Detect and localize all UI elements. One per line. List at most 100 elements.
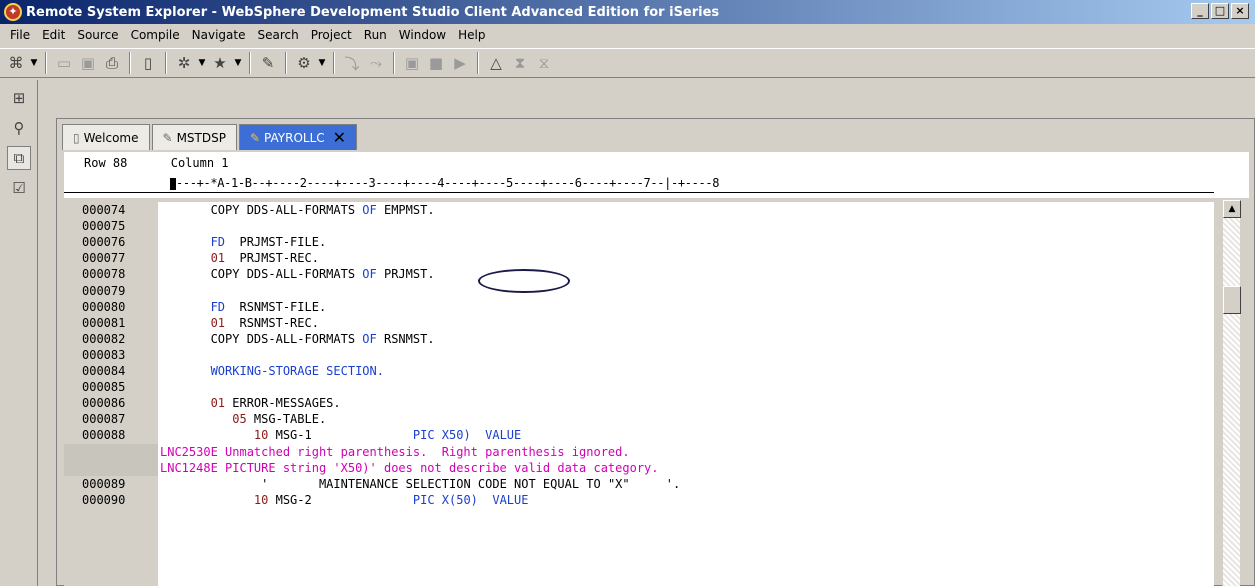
tab-label: MSTDSP: [176, 130, 226, 145]
filter-icon[interactable]: ⧖: [533, 52, 555, 74]
close-tab-icon[interactable]: ✕: [333, 128, 346, 147]
level-number-token: 10: [253, 428, 269, 443]
menu-source[interactable]: Source: [71, 28, 124, 42]
sequence-number: 000078: [82, 267, 126, 282]
source-text: 01 RSNMST-REC.: [160, 315, 319, 331]
sequence-number: 000079: [82, 283, 126, 298]
edit-pencil-icon[interactable]: ✎: [257, 52, 279, 74]
menu-bar: File Edit Source Compile Navigate Search…: [0, 24, 1255, 46]
open-file-icon[interactable]: ▯: [137, 52, 159, 74]
run-dropdown-icon[interactable]: ▼: [232, 58, 244, 68]
source-text: COPY DDS-ALL-FORMATS OF RSNMST.: [160, 331, 435, 347]
sequence-number: 000084: [82, 364, 126, 378]
text-token: PRJMST.: [376, 267, 435, 282]
toolbar-separator: [477, 52, 479, 74]
text-token: MSG-2: [268, 492, 413, 507]
code-line[interactable]: 000089 ' MAINTENANCE SELECTION CODE NOT …: [64, 476, 1214, 492]
hourglass-icon[interactable]: ⧗: [509, 52, 531, 74]
code-line[interactable]: 000080 FD RSNMST-FILE.: [64, 299, 1214, 315]
prefix-shade: [64, 443, 158, 460]
code-line[interactable]: 000082 COPY DDS-ALL-FORMATS OF RSNMST.: [64, 331, 1214, 347]
source-text: WORKING-STORAGE SECTION.: [160, 363, 384, 379]
terminate-icon[interactable]: ■: [425, 52, 447, 74]
code-line[interactable]: 000084 WORKING-STORAGE SECTION.: [64, 363, 1214, 379]
code-area[interactable]: 000074 COPY DDS-ALL-FORMATS OF EMPMST. 00…: [64, 202, 1214, 586]
vertical-scrollbar[interactable]: ▲: [1222, 200, 1241, 586]
code-line[interactable]: 000086 01 ERROR-MESSAGES.: [64, 395, 1214, 411]
step-into-icon[interactable]: ⤵: [341, 52, 363, 74]
remote-action-icon[interactable]: ⚙: [293, 52, 315, 74]
rse-perspective-icon[interactable]: ⧉: [7, 146, 31, 170]
debug-dropdown-icon[interactable]: ▼: [196, 58, 208, 68]
debug-icon[interactable]: ✲: [173, 52, 195, 74]
code-line[interactable]: 000074 COPY DDS-ALL-FORMATS OF EMPMST.: [64, 202, 1214, 218]
source-text: FD RSNMST-FILE.: [160, 299, 327, 315]
resume-icon[interactable]: ▶: [449, 52, 471, 74]
toolbar-separator: [393, 52, 395, 74]
new-wizard-icon[interactable]: ⌘: [5, 52, 27, 74]
save-icon[interactable]: ▭: [53, 52, 75, 74]
code-line[interactable]: 000087 05 MSG-TABLE.: [64, 411, 1214, 427]
menu-compile[interactable]: Compile: [125, 28, 186, 42]
tab-payrollc[interactable]: ✎ PAYROLLC ✕: [238, 124, 358, 150]
menu-file[interactable]: File: [4, 28, 36, 42]
print-icon[interactable]: ⎙: [101, 52, 123, 74]
remote-action-dropdown-icon[interactable]: ▼: [316, 58, 328, 68]
keyword-token: OF: [362, 331, 377, 346]
code-line[interactable]: 000075: [64, 218, 1214, 234]
edit-perspective-icon[interactable]: ☑: [7, 176, 31, 200]
source-text: 10 MSG-2 PIC X(50) VALUE: [160, 492, 529, 508]
toolbar-separator: [285, 52, 287, 74]
sequence-number: 000080: [82, 299, 126, 314]
warning-triangle-icon[interactable]: △: [485, 52, 507, 74]
new-dropdown-icon[interactable]: ▼: [28, 58, 40, 68]
code-line[interactable]: 000090 10 MSG-2 PIC X(50) VALUE: [64, 492, 1214, 508]
close-button[interactable]: ×: [1231, 3, 1249, 19]
suspend-icon[interactable]: ▣: [401, 52, 423, 74]
code-line[interactable]: 000088 10 MSG-1 PIC X50) VALUE: [64, 427, 1214, 443]
menu-search[interactable]: Search: [251, 28, 304, 42]
code-line[interactable]: 000079: [64, 283, 1214, 299]
code-line[interactable]: 000078 COPY DDS-ALL-FORMATS OF PRJMST.: [64, 266, 1214, 282]
text-token: ' MAINTENANCE SELECTION CODE NOT EQUAL T…: [261, 476, 681, 491]
text-token: RSNMST-FILE.: [225, 299, 327, 314]
step-over-icon[interactable]: ⤳: [365, 52, 387, 74]
cursor-status: Row 88 Column 1: [84, 156, 229, 170]
text-token: RSNMST.: [376, 331, 435, 346]
code-line[interactable]: 000083: [64, 347, 1214, 363]
scroll-thumb[interactable]: [1223, 286, 1241, 314]
error-message-line[interactable]: LNC1248E PICTURE string 'X50)' does not …: [64, 459, 1214, 476]
keyword-token: PIC X(50): [412, 492, 478, 507]
text-token: MSG-TABLE.: [246, 412, 327, 427]
level-number-token: 10: [253, 492, 269, 507]
menu-run[interactable]: Run: [358, 28, 393, 42]
keyword-token: FD: [210, 299, 226, 314]
error-text: LNC2530E Unmatched right parenthesis. Ri…: [160, 444, 630, 459]
code-line[interactable]: 000085: [64, 379, 1214, 395]
scroll-up-button[interactable]: ▲: [1223, 200, 1241, 218]
menu-project[interactable]: Project: [305, 28, 358, 42]
tab-mstdsp[interactable]: ✎ MSTDSP: [151, 124, 237, 150]
save-all-icon[interactable]: ▣: [77, 52, 99, 74]
tab-welcome[interactable]: ▯ Welcome: [62, 124, 150, 150]
menu-help[interactable]: Help: [452, 28, 491, 42]
code-line[interactable]: 000081 01 RSNMST-REC.: [64, 315, 1214, 331]
text-token: PRJMST-REC.: [225, 251, 319, 266]
pencil-icon: ✎: [162, 130, 173, 145]
menu-window[interactable]: Window: [393, 28, 452, 42]
menu-edit[interactable]: Edit: [36, 28, 71, 42]
menu-navigate[interactable]: Navigate: [186, 28, 252, 42]
open-perspective-icon[interactable]: ⊞: [7, 86, 31, 110]
toolbar-separator: [165, 52, 167, 74]
run-icon[interactable]: ★: [209, 52, 231, 74]
remote-systems-icon[interactable]: ⚲: [7, 116, 31, 140]
error-message-line[interactable]: LNC2530E Unmatched right parenthesis. Ri…: [64, 443, 1214, 460]
tab-label: PAYROLLC: [264, 130, 325, 145]
minimize-button[interactable]: _: [1191, 3, 1209, 19]
keyword-token: FD: [210, 235, 226, 250]
maximize-button[interactable]: □: [1211, 3, 1229, 19]
pencil-icon: ✎: [249, 130, 261, 145]
code-line[interactable]: 000076 FD PRJMST-FILE.: [64, 234, 1214, 250]
code-line[interactable]: 000077 01 PRJMST-REC.: [64, 250, 1214, 266]
